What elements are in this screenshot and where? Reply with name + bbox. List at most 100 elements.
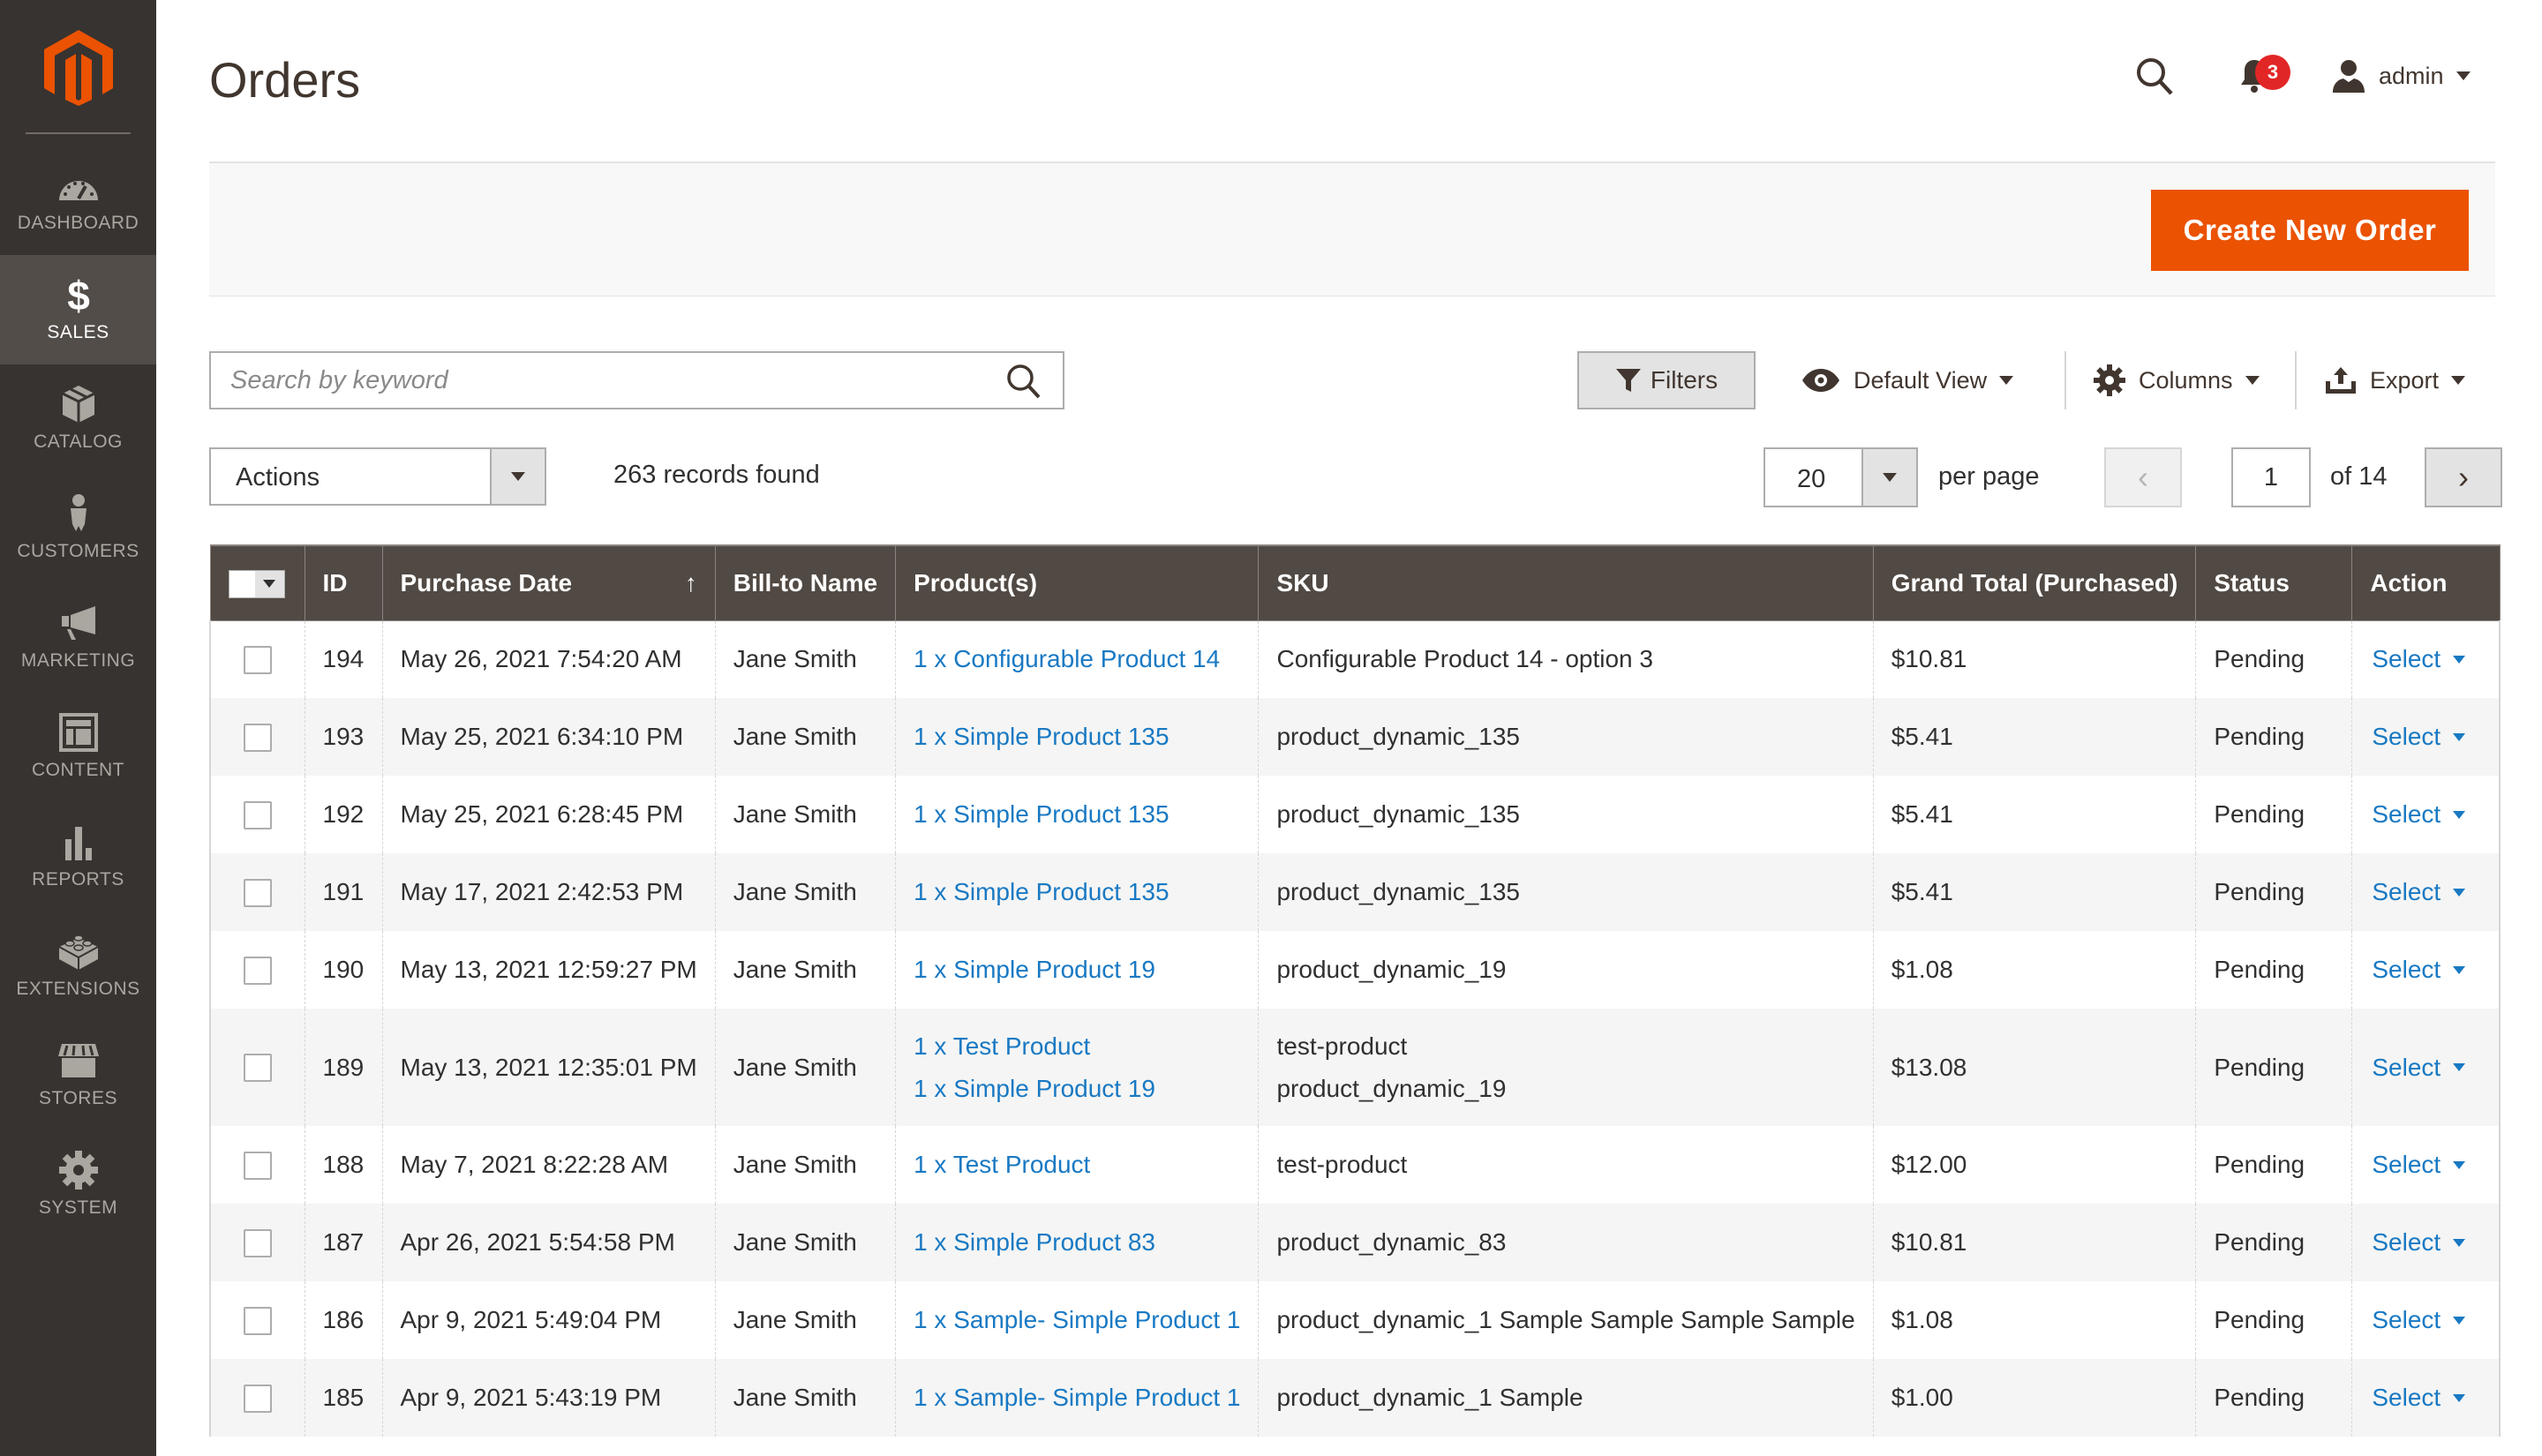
default-view-dropdown[interactable]: Default View [1801,351,2014,409]
table-row[interactable]: 186 Apr 9, 2021 5:49:04 PM Jane Smith 1 x S… [209,1281,2501,1359]
row-select-cell [209,620,305,698]
sidebar-item-content[interactable]: CONTENT [0,693,156,802]
table-row[interactable]: 190 May 13, 2021 12:59:27 PM Jane Smith 1 x… [209,931,2501,1009]
row-select-cell [209,1281,305,1359]
table-row[interactable]: 192 May 25, 2021 6:28:45 PM Jane Smith 1 x … [209,776,2501,853]
table-row[interactable]: 194 May 26, 2021 7:54:20 AM Jane Smith 1 x … [209,620,2501,698]
products-cell: 1 x Configurable Product 14 [895,620,1260,698]
product-link[interactable]: 1 x Simple Product 83 [914,1221,1240,1264]
sku-cell: product_dynamic_135 [1258,698,1874,776]
sidebar-item-system[interactable]: SYSTEM [0,1130,156,1240]
columns-dropdown[interactable]: Columns [2093,351,2260,409]
column-header-purchase-date[interactable]: Purchase Date ↑ [381,544,716,621]
table-row[interactable]: 187 Apr 26, 2021 5:54:58 PM Jane Smith 1 x … [209,1204,2501,1281]
toolbar-divider [2064,351,2066,409]
chevron-down-icon [2453,1063,2466,1071]
grand-total: $5.41 [1872,698,2197,776]
product-link[interactable]: 1 x Simple Product 135 [914,716,1240,758]
layout-icon [56,712,101,753]
sku-value: product_dynamic_135 [1276,878,1520,905]
product-link[interactable]: 1 x Simple Product 19 [914,949,1240,991]
column-header-products[interactable]: Product(s) [895,544,1260,621]
mass-actions-dropdown[interactable]: Actions [209,447,546,506]
search-icon[interactable] [1004,362,1043,401]
row-action-select[interactable]: Select [2372,1228,2466,1257]
previous-page-button[interactable]: ‹ [2104,447,2182,507]
column-header-id[interactable]: ID [304,544,383,621]
create-new-order-button[interactable]: Create New Order [2151,190,2469,271]
row-action-select[interactable]: Select [2372,800,2466,829]
product-link[interactable]: 1 x Sample- Simple Product 1 [914,1299,1240,1341]
row-action-select[interactable]: Select [2372,878,2466,906]
keyword-search-input[interactable] [211,353,988,408]
sidebar-item-catalog[interactable]: CATALOG [0,364,156,474]
row-action-select[interactable]: Select [2372,645,2466,673]
row-checkbox[interactable] [243,956,272,985]
sidebar-item-stores[interactable]: STORES [0,1021,156,1130]
row-checkbox[interactable] [243,1228,272,1257]
table-row[interactable]: 185 Apr 9, 2021 5:43:19 PM Jane Smith 1 x S… [209,1359,2501,1437]
table-row[interactable]: 188 May 7, 2021 8:22:28 AM Jane Smith 1 x T… [209,1126,2501,1204]
table-row[interactable]: 191 May 17, 2021 2:42:53 PM Jane Smith 1 x … [209,853,2501,931]
sidebar-item-reports[interactable]: REPORTS [0,802,156,912]
main-content: Orders 3 admin Create New Order Filters [156,0,2542,1456]
global-search-icon[interactable] [2133,55,2176,97]
current-page-input[interactable] [2231,447,2311,507]
sku-value: test-product [1276,1151,1408,1178]
row-checkbox[interactable] [243,800,272,829]
row-checkbox[interactable] [243,1306,272,1335]
product-link[interactable]: 1 x Simple Product 135 [914,793,1240,836]
row-checkbox[interactable] [243,1151,272,1180]
dropdown-toggle[interactable] [490,449,545,504]
table-row[interactable]: 189 May 13, 2021 12:35:01 PM Jane Smith 1 x… [209,1009,2501,1126]
storefront-icon [56,1040,101,1081]
per-page-select[interactable]: 20 [1764,447,1918,507]
row-action-select[interactable]: Select [2372,1306,2466,1334]
toolbar-divider [2295,351,2297,409]
product-link[interactable]: 1 x Test Product [914,1144,1240,1186]
mass-select-checkbox[interactable] [228,569,285,598]
sidebar-item-customers[interactable]: CUSTOMERS [0,474,156,583]
magento-logo-icon[interactable] [44,30,113,106]
purchase-date: May 17, 2021 2:42:53 PM [381,853,716,931]
row-checkbox[interactable] [243,878,272,907]
row-action-select[interactable]: Select [2372,1384,2466,1412]
row-checkbox[interactable] [243,646,272,675]
export-dropdown[interactable]: Export [2324,351,2466,409]
sidebar-item-dashboard[interactable]: DASHBOARD [0,146,156,255]
row-action-select[interactable]: Select [2372,723,2466,751]
sidebar-item-extensions[interactable]: EXTENSIONS [0,912,156,1021]
order-id: 190 [304,931,383,1009]
row-checkbox[interactable] [243,723,272,752]
admin-username: admin [2379,62,2444,89]
grand-total: $5.41 [1872,776,2197,853]
row-action-select[interactable]: Select [2372,1054,2466,1082]
product-link[interactable]: 1 x Simple Product 135 [914,871,1240,913]
purchase-date: Apr 9, 2021 5:49:04 PM [381,1281,716,1359]
sidebar-item-marketing[interactable]: MARKETING [0,583,156,693]
product-link[interactable]: 1 x Test Product [914,1025,1240,1068]
row-action-select[interactable]: Select [2372,956,2466,984]
table-row[interactable]: 193 May 25, 2021 6:34:10 PM Jane Smith 1 x … [209,698,2501,776]
per-page-label: per page [1938,462,2040,491]
column-header-sku[interactable]: SKU [1258,544,1874,621]
row-select-cell [209,931,305,1009]
notifications-count-badge[interactable]: 3 [2255,55,2290,90]
column-header-status[interactable]: Status [2195,544,2353,621]
product-link[interactable]: 1 x Configurable Product 14 [914,638,1240,680]
product-link[interactable]: 1 x Simple Product 19 [914,1068,1240,1110]
column-header-bill-to-name[interactable]: Bill-to Name [714,544,897,621]
next-page-button[interactable]: › [2425,447,2502,507]
column-header-grand-total[interactable]: Grand Total (Purchased) [1872,544,2197,621]
dropdown-toggle[interactable] [1861,449,1916,506]
row-checkbox[interactable] [243,1054,272,1083]
product-link[interactable]: 1 x Sample- Simple Product 1 [914,1377,1240,1419]
bill-to-name: Jane Smith [714,620,897,698]
admin-user-menu[interactable]: admin [2331,55,2471,97]
row-action-select[interactable]: Select [2372,1151,2466,1179]
purchase-date: May 25, 2021 6:34:10 PM [381,698,716,776]
sidebar-item-sales[interactable]: $ SALES [0,255,156,364]
row-checkbox[interactable] [243,1384,272,1413]
filters-button[interactable]: Filters [1577,351,1756,409]
sku-cell: product_dynamic_19 [1258,931,1874,1009]
